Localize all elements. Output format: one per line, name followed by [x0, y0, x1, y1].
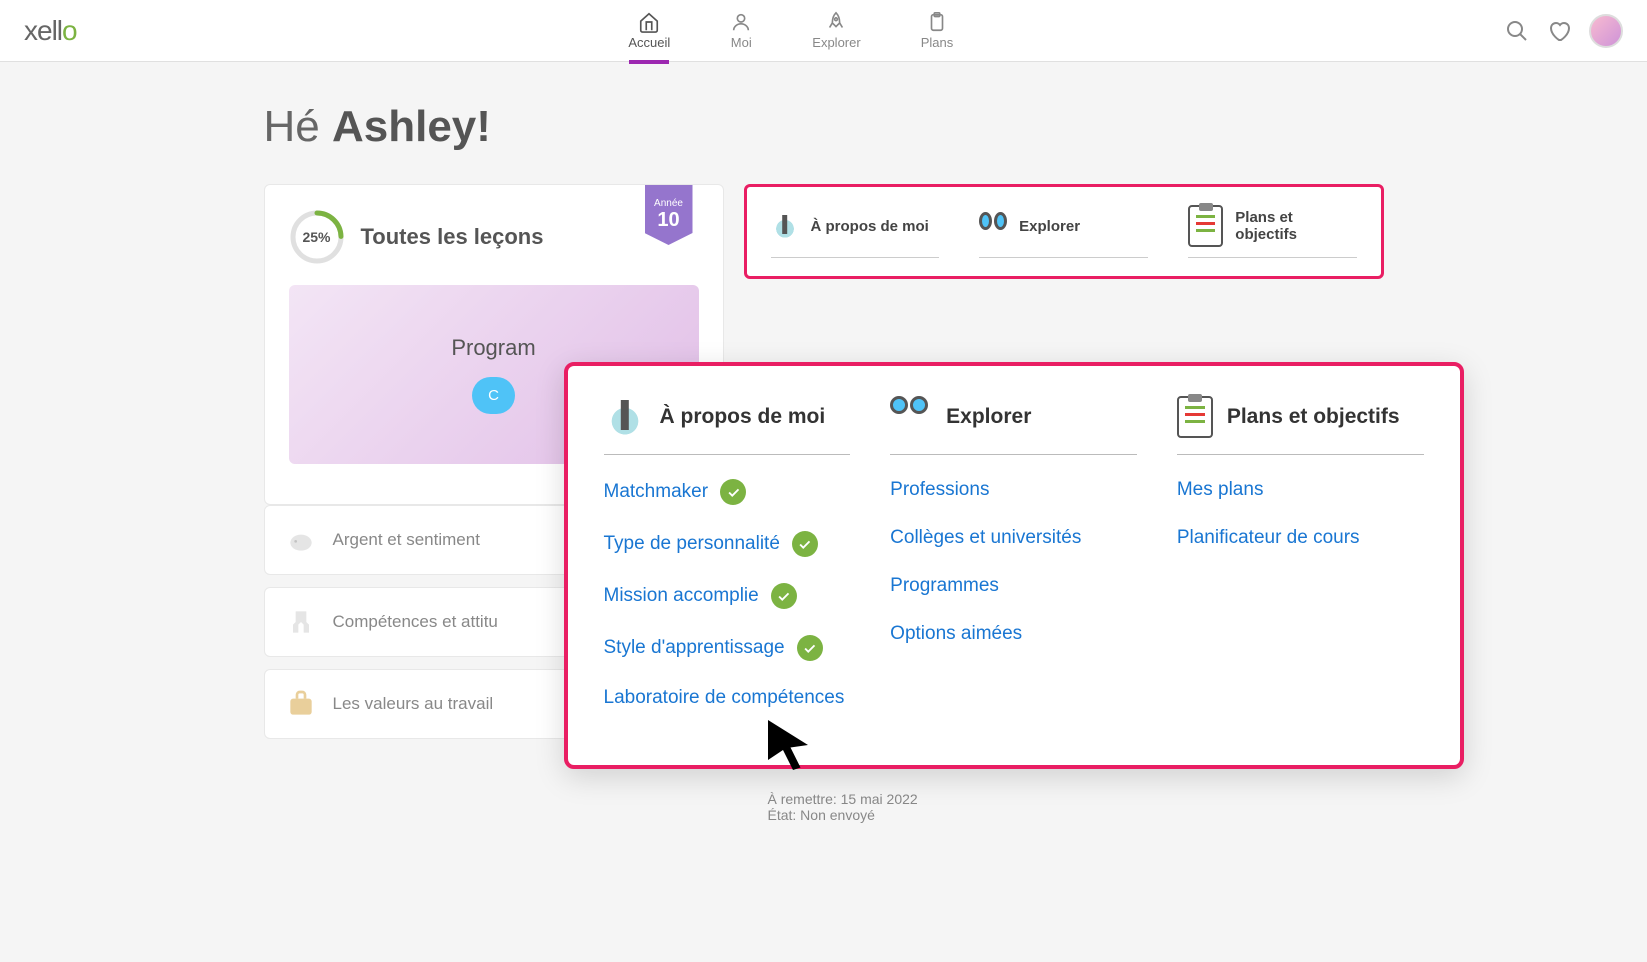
- logo-text: xell: [24, 15, 62, 46]
- cursor-arrow-icon: [758, 715, 818, 775]
- greeting-prefix: Hé: [264, 102, 332, 151]
- program-button[interactable]: C: [472, 377, 515, 414]
- overlay-col-about: À propos de moi Matchmaker Type de perso…: [604, 396, 851, 735]
- nav-tab-moi[interactable]: Moi: [730, 11, 752, 50]
- year-badge: Année 10: [645, 185, 693, 245]
- program-title: Program: [313, 335, 675, 361]
- avatar[interactable]: [1589, 14, 1623, 48]
- overlay-link-colleges[interactable]: Collèges et universités: [890, 527, 1137, 549]
- lessons-title: Toutes les leçons: [361, 224, 544, 250]
- due-date: À remettre: 15 mai 2022: [768, 791, 1360, 807]
- greeting: Hé Ashley!: [264, 102, 1384, 152]
- quick-tab-explorer[interactable]: Explorer: [979, 205, 1148, 258]
- piggy-bank-icon: [285, 524, 317, 556]
- overlay-link-liked[interactable]: Options aimées: [890, 623, 1137, 645]
- check-icon: [792, 531, 818, 557]
- greeting-name: Ashley!: [332, 102, 491, 151]
- search-icon[interactable]: [1505, 19, 1529, 43]
- overlay-link-professions[interactable]: Professions: [890, 479, 1137, 501]
- overlay-col-title: À propos de moi: [660, 405, 826, 429]
- year-number: 10: [657, 209, 679, 232]
- nav-tab-accueil[interactable]: Accueil: [628, 11, 670, 50]
- quick-tab-label: Plans et objectifs: [1235, 209, 1356, 243]
- progress-ring: 25%: [289, 209, 345, 265]
- quick-tab-plans[interactable]: Plans et objectifs: [1188, 205, 1357, 258]
- clipboard-icon: [926, 11, 948, 33]
- quick-tab-label: Explorer: [1019, 218, 1080, 235]
- logo[interactable]: xello: [24, 15, 77, 47]
- person-icon: [730, 11, 752, 33]
- heart-icon[interactable]: [1547, 19, 1571, 43]
- progress-percent: 25%: [302, 229, 330, 245]
- overlay-link-learning[interactable]: Style d'apprentissage: [604, 635, 851, 661]
- binoculars-icon: [979, 212, 1007, 240]
- overlay-link-matchmaker[interactable]: Matchmaker: [604, 479, 851, 505]
- overlay-col-title: Plans et objectifs: [1227, 405, 1400, 429]
- check-icon: [771, 583, 797, 609]
- overlay-link-personality[interactable]: Type de personnalité: [604, 531, 851, 557]
- tower-icon: [771, 212, 799, 240]
- top-header: xello Accueil Moi Explorer Plans: [0, 0, 1647, 62]
- binoculars-icon: [890, 396, 932, 438]
- nav-tab-label: Accueil: [628, 35, 670, 50]
- overlay-col-title: Explorer: [946, 405, 1031, 429]
- quick-tab-about[interactable]: À propos de moi: [771, 205, 940, 258]
- overlay-link-my-plans[interactable]: Mes plans: [1177, 479, 1424, 501]
- overlay-popup: À propos de moi Matchmaker Type de perso…: [564, 362, 1464, 769]
- nav-tab-plans[interactable]: Plans: [921, 11, 954, 50]
- nav-tab-label: Moi: [731, 35, 752, 50]
- overlay-link-mission[interactable]: Mission accomplie: [604, 583, 851, 609]
- tower-icon: [604, 396, 646, 438]
- header-right: [1505, 14, 1623, 48]
- due-status: État: Non envoyé: [768, 807, 1360, 823]
- check-icon: [797, 635, 823, 661]
- nav-tab-label: Plans: [921, 35, 954, 50]
- nav-tab-explorer[interactable]: Explorer: [812, 11, 860, 50]
- rocket-icon: [825, 11, 847, 33]
- hands-icon: [285, 606, 317, 638]
- overlay-link-course-planner[interactable]: Planificateur de cours: [1177, 527, 1424, 549]
- clipboard-icon: [1177, 396, 1213, 438]
- overlay-col-plans: Plans et objectifs Mes plans Planificate…: [1177, 396, 1424, 735]
- year-label: Année: [654, 198, 683, 209]
- quick-tabs: À propos de moi Explorer Plans et object…: [744, 184, 1384, 279]
- quick-tab-label: À propos de moi: [811, 218, 929, 235]
- home-icon: [638, 11, 660, 33]
- overlay-link-programs[interactable]: Programmes: [890, 575, 1137, 597]
- overlay-col-explorer: Explorer Professions Collèges et univers…: [890, 396, 1137, 735]
- check-icon: [720, 479, 746, 505]
- briefcase-icon: [285, 688, 317, 720]
- nav-tabs: Accueil Moi Explorer Plans: [628, 11, 953, 50]
- logo-accent: o: [62, 15, 77, 46]
- clipboard-icon: [1188, 205, 1223, 247]
- main-content: Hé Ashley! Année 10 25% Toutes les leçon…: [184, 62, 1464, 835]
- overlay-link-skills-lab[interactable]: Laboratoire de compétences: [604, 687, 851, 709]
- nav-tab-label: Explorer: [812, 35, 860, 50]
- due-info: À remettre: 15 mai 2022 État: Non envoyé: [744, 779, 1384, 835]
